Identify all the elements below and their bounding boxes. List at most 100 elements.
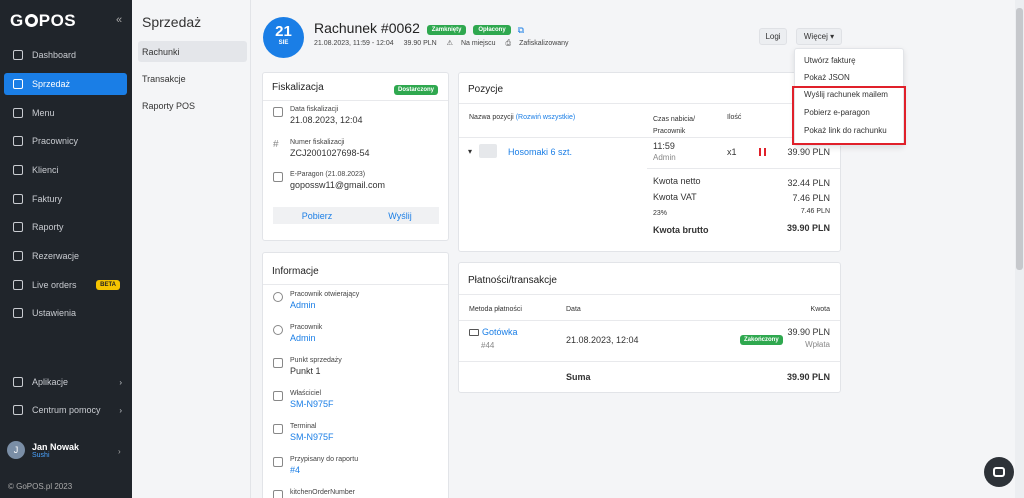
sidebar-item-label: Ustawienia [32,308,77,318]
payment-date: 21.08.2023, 12:04 [566,335,639,345]
expand-all-link[interactable]: (Rozwiń wszystkie) [516,114,576,121]
date-month: SIE [278,40,289,46]
sidebar-item-label: Sprzedaż [32,79,71,89]
scrollbar-thumb[interactable] [1016,8,1023,270]
chevron-right-icon: › [119,377,122,387]
vat-rate-value: 7.46 PLN [800,208,830,215]
settings-icon [13,308,23,318]
invoices-icon [13,194,23,204]
chat-icon [993,467,1005,477]
sidebar-item-klienci[interactable]: Klienci [4,159,127,181]
total-net-label: Kwota netto [653,176,701,186]
items-card: Pozycje Nazwa pozycji (Rozwiń wszystkie)… [458,72,841,252]
cash-icon [469,329,479,336]
sidebar-item-pracownicy[interactable]: Pracownicy [4,130,127,152]
date-badge: 21 SIE [263,17,304,58]
info-field-opening-worker: Pracownik otwierający Admin [273,291,359,310]
divider [647,168,840,169]
clients-icon [13,165,23,175]
sidebar-item-raporty[interactable]: Raporty [4,216,127,238]
expand-row-icon[interactable]: ▾ [468,147,472,156]
chat-button[interactable] [984,457,1014,487]
col-item-name: Nazwa pozycji (Rozwiń wszystkie) [469,114,575,121]
menu-item-show-json[interactable]: Pokaż JSON [804,73,850,82]
bill-amount: 39.90 PLN [403,40,437,47]
external-link-icon[interactable]: ⧉ [518,25,524,35]
item-worker: Admin [653,153,676,162]
info-field-kitchen-order: kitchenOrderNumber [273,489,355,498]
sidebar-item-faktury[interactable]: Faktury [4,188,127,210]
field-value[interactable]: SM-N975F [290,432,334,442]
sidebar-item-label: Menu [32,108,55,118]
fiscal-date-field: Data fiskalizacji 21.08.2023, 12:04 [273,106,363,125]
document-icon [273,457,283,467]
field-label: Pracownik [290,324,323,331]
payment-id: #44 [481,341,495,350]
info-field-report: Przypisany do raportu #4 [273,456,358,475]
sidebar-item-sprzedaz[interactable]: Sprzedaż [4,73,127,95]
sidebar-item-ustawienia[interactable]: Ustawienia [4,302,127,324]
payment-type: Wpłata [805,340,830,349]
total-gross-value: 39.90 PLN [786,223,830,233]
chevron-right-icon: › [119,405,122,415]
product-image [479,144,497,158]
reservations-icon [13,251,23,261]
employees-icon [13,136,23,146]
sidebar-item-rezerwacje[interactable]: Rezerwacje [4,245,127,267]
sidebar-item-menu[interactable]: Menu [4,102,127,124]
sidebar-item-label: Rezerwacje [32,251,80,261]
pause-icon [759,148,766,156]
subnav-item-transakcje[interactable]: Transakcje [138,68,247,89]
logs-button[interactable]: Logi [759,28,787,45]
payment-status-badge: Zakończony [740,335,783,345]
sidebar-item-centrum-pomocy[interactable]: Centrum pomocy › [4,399,127,421]
fiscal-number-field: # Numer fiskalizacji ZCJ2001027698-54 [273,139,370,158]
field-label: kitchenOrderNumber [290,489,355,496]
sidebar: G POS « Dashboard Sprzedaż Menu Pracownic… [0,0,132,498]
user-icon [273,292,283,302]
apps-icon [13,377,23,387]
fiscalization-card: Fiskalizacja Dostarczony Data fiskalizac… [262,72,449,241]
subnav-item-rachunki[interactable]: Rachunki [138,41,247,62]
total-vat-value: 7.46 PLN [792,193,830,203]
chevron-right-icon[interactable]: › [118,447,121,456]
sidebar-item-dashboard[interactable]: Dashboard [4,44,127,66]
sidebar-item-live-orders[interactable]: Live orders BETA [4,274,127,296]
sidebar-item-aplikacje[interactable]: Aplikacje › [4,371,127,393]
subnav-item-raporty-pos[interactable]: Raporty POS [138,95,247,116]
gopos-logo[interactable]: G POS [10,11,76,31]
field-label: Numer fiskalizacji [290,139,345,146]
send-button[interactable]: Wyślij [361,207,439,224]
sales-icon [13,79,23,89]
field-value[interactable]: Admin [290,333,322,343]
field-label: Przypisany do raportu [290,456,359,463]
item-name-link[interactable]: Hosomaki 6 szt. [508,147,572,157]
menu-item-create-invoice[interactable]: Utwórz fakturę [804,56,856,65]
menu-icon [13,108,23,118]
live-orders-icon [13,280,23,290]
user-menu[interactable]: J Jan Nowak Sushi [7,441,79,459]
sidebar-item-label: Pracownicy [32,136,79,146]
total-gross-label: Kwota brutto [653,225,709,235]
scrollbar[interactable] [1015,0,1024,498]
col-date: Data [566,306,581,313]
vat-rate-label: 23% [653,210,668,217]
payment-method-link[interactable]: Gotówka [482,327,518,337]
field-value[interactable]: SM-N975F [290,399,334,409]
divider [459,361,840,362]
total-vat-label: Kwota VAT [653,192,697,202]
more-button[interactable]: Więcej ▾ [796,28,842,45]
delivered-badge: Dostarczony [393,85,438,95]
more-button-label: Więcej [803,32,828,41]
collapse-sidebar-icon[interactable]: « [116,14,122,26]
field-label: Pracownik otwierający [290,291,360,298]
field-value[interactable]: Admin [290,300,359,310]
printer-icon: ⎙ [505,40,512,47]
divider [263,100,448,101]
status-badge-closed: Zamknięty [426,25,467,35]
field-value[interactable]: #4 [290,465,358,475]
total-net-value: 32.44 PLN [787,178,830,188]
item-qty: x1 [727,147,737,157]
download-button[interactable]: Pobierz [273,207,361,224]
main-content: 21 SIE Rachunek #0062 Zamknięty Opłacony… [251,0,1024,498]
